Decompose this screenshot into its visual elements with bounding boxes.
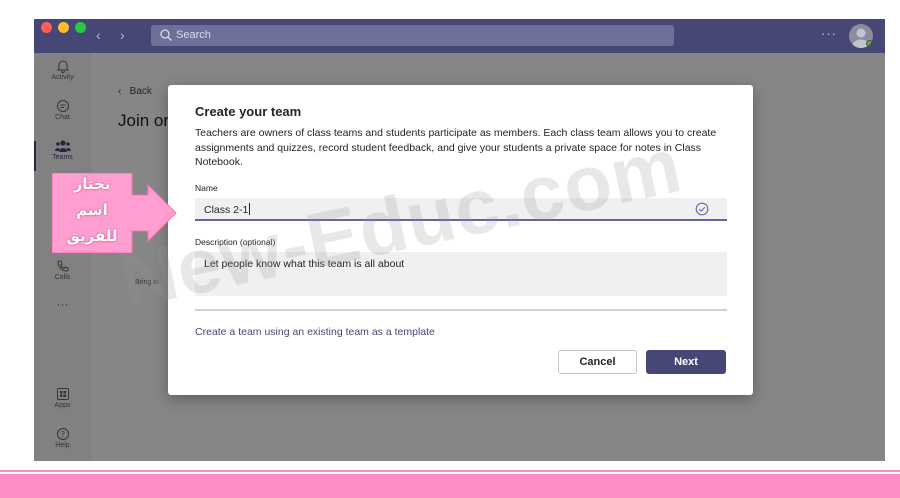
team-name-text: Class 2-1 <box>204 204 249 216</box>
pink-band-line <box>0 470 900 472</box>
team-name-value: Class 2-1 <box>204 203 251 216</box>
search-placeholder: Search <box>176 29 211 41</box>
zoom-window-button[interactable] <box>75 22 86 33</box>
pink-band <box>0 474 900 498</box>
callout-line: للفريق <box>66 227 118 245</box>
template-link[interactable]: Create a team using an existing team as … <box>195 326 435 338</box>
divider <box>195 309 727 311</box>
search-icon <box>160 29 172 41</box>
next-button[interactable]: Next <box>646 350 726 374</box>
team-name-input[interactable]: Class 2-1 <box>195 198 727 221</box>
search-input[interactable]: Search <box>151 25 674 46</box>
dialog-title: Create your team <box>195 104 302 119</box>
callout-line: اسم <box>76 201 108 219</box>
more-options-button[interactable]: ··· <box>821 26 837 41</box>
avatar[interactable] <box>849 24 873 48</box>
callout-text: نختار اسم للفريق <box>52 171 132 253</box>
screenshot: ‹ › Search ··· Activity Chat Teams Calls… <box>0 0 900 498</box>
check-circle-icon <box>695 202 709 216</box>
dialog-description: Teachers are owners of class teams and s… <box>195 127 717 168</box>
create-team-dialog: Create your team Teachers are owners of … <box>168 85 753 395</box>
team-description-input[interactable]: Let people know what this team is all ab… <box>195 252 727 296</box>
description-placeholder: Let people know what this team is all ab… <box>204 258 405 270</box>
presence-status-icon <box>866 40 873 47</box>
title-bar: ‹ › Search ··· <box>34 19 885 53</box>
description-label: Description (optional) <box>195 237 276 247</box>
forward-arrow-icon[interactable]: › <box>120 27 125 43</box>
close-window-button[interactable] <box>41 22 52 33</box>
back-arrow-icon[interactable]: ‹ <box>96 27 101 43</box>
text-caret <box>249 203 251 215</box>
cancel-button[interactable]: Cancel <box>558 350 637 374</box>
name-label: Name <box>195 183 218 193</box>
callout-line: نختار <box>73 175 111 193</box>
minimize-window-button[interactable] <box>58 22 69 33</box>
